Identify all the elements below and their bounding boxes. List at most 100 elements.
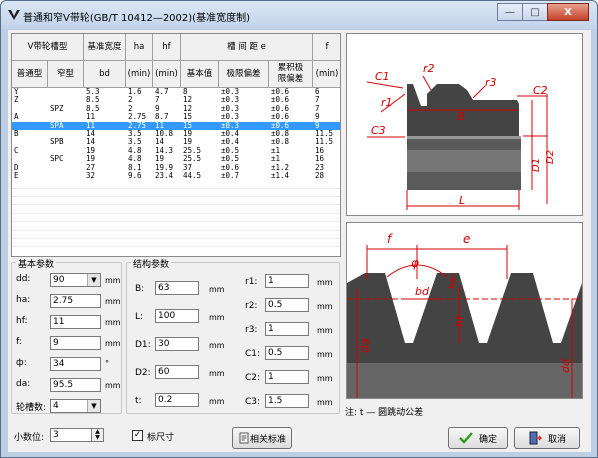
B-input[interactable]: 63 bbox=[155, 281, 199, 295]
r2-unit: mm bbox=[317, 302, 333, 311]
header-hf-min: (min) bbox=[153, 61, 181, 88]
r2-input[interactable]: 0.5 bbox=[265, 298, 309, 312]
dim-label-da: da bbox=[358, 338, 372, 353]
da-label: da: bbox=[16, 379, 31, 389]
L-label: L: bbox=[135, 312, 144, 322]
empty-row bbox=[12, 239, 340, 248]
r1-input[interactable]: 1 bbox=[265, 274, 309, 288]
chevron-down-icon[interactable]: ▼ bbox=[87, 274, 100, 286]
dim-label-ha: ha bbox=[448, 278, 458, 289]
dd-unit: mm bbox=[105, 276, 121, 285]
table-cell: ±0.7 bbox=[221, 170, 240, 180]
basic-params-title: 基本参数 bbox=[16, 257, 57, 270]
table-cell: SPB bbox=[50, 137, 64, 147]
table-cell: ±1.4 bbox=[271, 170, 290, 180]
B-label: B: bbox=[135, 284, 145, 294]
da-input[interactable]: 95.5 bbox=[50, 378, 101, 392]
empty-row bbox=[12, 189, 340, 198]
cancel-button[interactable]: 取消 bbox=[514, 427, 580, 449]
groove-profile-diagram: f e φ bd ha ht da dd bbox=[346, 222, 583, 399]
dd-select[interactable]: 90 ▼ bbox=[50, 273, 101, 287]
table-cell: 44.5 bbox=[183, 170, 202, 180]
L-unit: mm bbox=[209, 313, 225, 322]
dim-label-dd: dd bbox=[559, 358, 572, 373]
struct-params-group: 结构参数 B: 63 mm L: 100 mm D1: 30 mm D2: 60… bbox=[126, 257, 340, 414]
table-cell: 23.4 bbox=[155, 170, 174, 180]
empty-row bbox=[12, 222, 340, 231]
C3-input[interactable]: 1.5 bbox=[265, 394, 309, 408]
app-icon bbox=[8, 10, 20, 20]
hf-label: hf: bbox=[16, 316, 28, 326]
show-dims-checkbox[interactable]: ✓ bbox=[132, 430, 143, 441]
D1-input[interactable]: 30 bbox=[155, 337, 199, 351]
phi-label: ф: bbox=[16, 358, 27, 368]
f-input[interactable]: 9 bbox=[50, 336, 101, 350]
ha-unit: mm bbox=[105, 297, 121, 306]
B-unit: mm bbox=[209, 285, 225, 294]
header-f: f bbox=[313, 34, 340, 61]
header-groove-spacing: 槽 间 距 e bbox=[181, 34, 313, 61]
ha-input[interactable]: 2.75 bbox=[50, 294, 101, 308]
C1-input[interactable]: 0.5 bbox=[265, 346, 309, 360]
header-limit: 极限偏差 bbox=[219, 61, 269, 88]
table-row[interactable]: SPZ 8.5 2 9 12 ±0.3 ±0.6 7 bbox=[12, 103, 340, 113]
dim-label-r1: r1 bbox=[381, 96, 393, 109]
minimize-button[interactable]: — bbox=[497, 3, 523, 21]
groove-data-table[interactable]: V带轮槽型 普通型 窄型 基准宽度 bd ha (min) hf (min) 槽… bbox=[11, 33, 341, 257]
header-belt-type: V带轮槽型 bbox=[12, 34, 84, 61]
table-cell: SPZ bbox=[50, 103, 64, 113]
struct-params-title: 结构参数 bbox=[131, 257, 172, 270]
D2-input[interactable]: 60 bbox=[155, 365, 199, 379]
maximize-button[interactable]: □ bbox=[522, 3, 548, 21]
t-input[interactable]: 0.2 bbox=[155, 393, 199, 407]
decimals-input[interactable]: 3 bbox=[50, 428, 92, 442]
dim-label-phi: φ bbox=[411, 256, 419, 270]
grooves-select[interactable]: 4 ▼ bbox=[50, 399, 101, 413]
phi-unit: ° bbox=[105, 359, 109, 368]
table-row[interactable]: Y 5.3 1.6 4.7 8 ±0.3 ±0.6 6 bbox=[12, 87, 340, 96]
table-cell: E bbox=[14, 170, 19, 180]
header-ha-min: (min) bbox=[126, 61, 153, 88]
related-standards-button[interactable]: 相关标准 bbox=[232, 427, 292, 449]
grooves-label: 轮槽数: bbox=[16, 403, 47, 413]
dim-label-C2: C2 bbox=[533, 84, 548, 97]
close-button[interactable]: X bbox=[547, 3, 589, 21]
C1-label: C1: bbox=[245, 349, 261, 359]
table-cell: SPC bbox=[50, 154, 64, 164]
r1-unit: mm bbox=[317, 278, 333, 287]
r1-label: r1: bbox=[245, 277, 258, 287]
dd-value: 90 bbox=[53, 275, 65, 285]
dim-label-L: L bbox=[459, 194, 465, 207]
phi-input[interactable]: 34 bbox=[50, 357, 101, 371]
table-body: Y 5.3 1.6 4.7 8 ±0.3 ±0.6 6 Z 8.5 2 7 12 ±0.3 ±0.6 7 SPZ… bbox=[12, 87, 340, 248]
t-unit: mm bbox=[209, 397, 225, 406]
L-input[interactable]: 100 bbox=[155, 309, 199, 323]
ok-button[interactable]: 确定 bbox=[448, 427, 508, 449]
chevron-down-icon[interactable]: ▼ bbox=[87, 400, 100, 412]
pulley-structure-diagram: C1 r2 r1 r3 C2 B C3 D1 D2 L bbox=[346, 33, 583, 216]
table-row[interactable]: SPA 11 2.75 11 15 ±0.3 ±0.6 9 bbox=[12, 121, 340, 130]
decimals-spinner[interactable]: ▲ ▼ bbox=[91, 428, 104, 442]
window-title: 普通和窄V带轮(GB/T 10412—2002)(基准宽度制) bbox=[23, 13, 250, 24]
basic-params-group: 基本参数 dd: 90 ▼ mm ha: 2.75 mm hf: 11 mm f… bbox=[11, 257, 122, 414]
table-cell: C bbox=[14, 145, 19, 155]
empty-row bbox=[12, 214, 340, 223]
header-bd: bd bbox=[84, 61, 126, 88]
table-row[interactable]: E 32 9.6 23.4 44.5 ±0.7 ±1.4 28 bbox=[12, 170, 340, 180]
header-basic: 基本值 bbox=[181, 61, 219, 88]
r3-input[interactable]: 1 bbox=[265, 322, 309, 336]
C1-unit: mm bbox=[317, 350, 333, 359]
dim-label-B: B bbox=[457, 110, 465, 123]
checkmark-icon bbox=[459, 432, 473, 444]
empty-row bbox=[12, 205, 340, 214]
table-row[interactable]: D 27 8.1 19.9 37 ±0.6 ±1.2 23 bbox=[12, 163, 340, 172]
C2-input[interactable]: 1 bbox=[265, 370, 309, 384]
hf-input[interactable]: 11 bbox=[50, 315, 101, 329]
empty-row bbox=[12, 180, 340, 189]
hf-unit: mm bbox=[105, 318, 121, 327]
f-unit: mm bbox=[105, 339, 121, 348]
table-row[interactable]: SPC 19 4.8 19 25.5 ±0.5 ±1 16 bbox=[12, 154, 340, 164]
table-row[interactable]: SPB 14 3.5 14 19 ±0.4 ±0.8 11.5 bbox=[12, 137, 340, 147]
related-standards-label: 相关标准 bbox=[249, 434, 286, 445]
ok-label: 确定 bbox=[478, 434, 497, 445]
